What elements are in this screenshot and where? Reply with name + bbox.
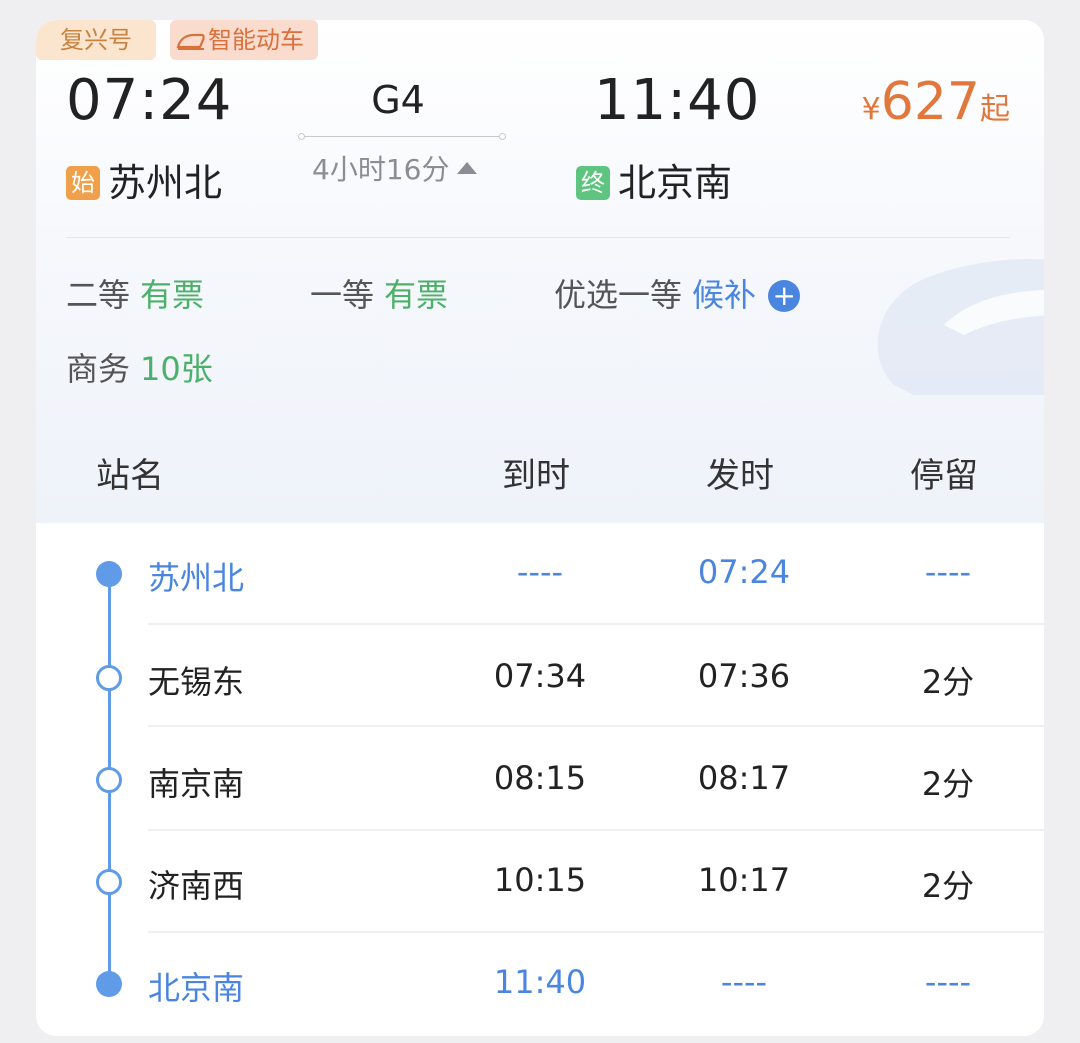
arrive-station: 终北京南 [576,152,732,207]
table-row: 北京南 11:40 ---- ---- [36,931,1044,1033]
seat-business-class[interactable]: 商务 10张 [66,344,213,390]
seat-status: 候补 [692,276,757,314]
arrive-time: 11:40 [594,68,761,133]
header-stay: 停留 [910,456,978,496]
depart-station-name: 苏州北 [108,161,223,205]
duration-line [298,133,506,140]
header-station: 站名 [96,456,164,496]
station-name: 南京南 [148,765,245,803]
add-waitlist-icon[interactable]: + [768,280,801,312]
station-dot-icon [96,561,122,587]
price-suffix: 起 [980,92,1010,127]
stay-cell: 2分 [921,663,975,701]
station-dot-icon [96,767,122,793]
smart-emu-label: 智能动车 [208,26,304,54]
seat-premium-first-class[interactable]: 优选一等 候补 + [554,270,801,316]
depart-station: 始苏州北 [66,152,222,207]
stay-cell: ---- [924,963,972,1001]
depart-time: 07:24 [66,68,233,133]
train-detail-card[interactable]: 复兴号 智能动车 07:24 G4 4小时16分 11:40 始苏州北 终北京南… [36,20,1044,1036]
train-number: G4 [371,78,425,122]
seat-second-class[interactable]: 二等 有票 [66,270,204,316]
seat-first-class[interactable]: 一等 有票 [310,270,448,316]
arrive-cell: ---- [516,553,564,591]
arrive-cell: 07:34 [493,657,587,695]
stay-cell: ---- [924,553,972,591]
station-name: 苏州北 [148,559,245,597]
station-name: 无锡东 [148,663,245,701]
train-icon [176,33,205,50]
seat-label: 优选一等 [554,276,683,314]
arrive-cell: 08:15 [493,759,587,797]
arrive-cell: 10:15 [493,861,587,899]
stay-cell: 2分 [921,867,975,905]
seat-status: 有票 [140,276,205,314]
depart-cell: ---- [720,963,768,1001]
header-depart: 发时 [706,456,774,496]
price: ¥627起 [862,72,1010,132]
seat-label: 一等 [310,276,375,314]
caret-up-icon [457,162,478,174]
table-row: 济南西 10:15 10:17 2分 [36,829,1044,931]
price-symbol: ¥ [861,92,881,127]
table-row: 苏州北 ---- 07:24 ---- [36,523,1044,625]
station-dot-icon [96,869,122,895]
depart-cell: 08:17 [697,759,791,797]
price-value: 627 [880,72,980,132]
seat-status: 10张 [140,350,213,388]
station-dot-icon [96,665,122,691]
train-watermark-icon [877,259,1044,395]
depart-cell: 07:36 [697,657,791,695]
depart-cell: 07:24 [697,553,791,591]
seat-label: 商务 [66,350,131,388]
divider [66,237,1010,238]
depart-cell: 10:17 [697,861,791,899]
row-divider [148,829,1044,831]
stay-cell: 2分 [921,765,975,803]
seat-label: 二等 [66,276,131,314]
arrive-station-name: 北京南 [618,161,733,205]
seat-status: 有票 [384,276,449,314]
fuxing-tag: 复兴号 [36,20,156,60]
arrive-cell: 11:40 [493,963,587,1001]
train-summary-panel: 复兴号 智能动车 07:24 G4 4小时16分 11:40 始苏州北 终北京南… [36,20,1044,523]
station-dot-icon [96,971,122,997]
smart-emu-tag: 智能动车 [170,20,318,60]
station-name: 北京南 [148,969,245,1007]
start-badge: 始 [66,166,100,200]
row-divider [148,725,1044,727]
end-badge: 终 [576,166,610,200]
duration-text: 4小时16分 [312,153,450,186]
table-row: 无锡东 07:34 07:36 2分 [36,623,1044,725]
duration-toggle[interactable]: 4小时16分 [312,148,478,188]
station-name: 济南西 [148,867,245,905]
row-divider [148,931,1044,933]
row-divider [148,623,1044,625]
table-row: 南京南 08:15 08:17 2分 [36,725,1044,827]
header-arrive: 到时 [502,456,570,496]
